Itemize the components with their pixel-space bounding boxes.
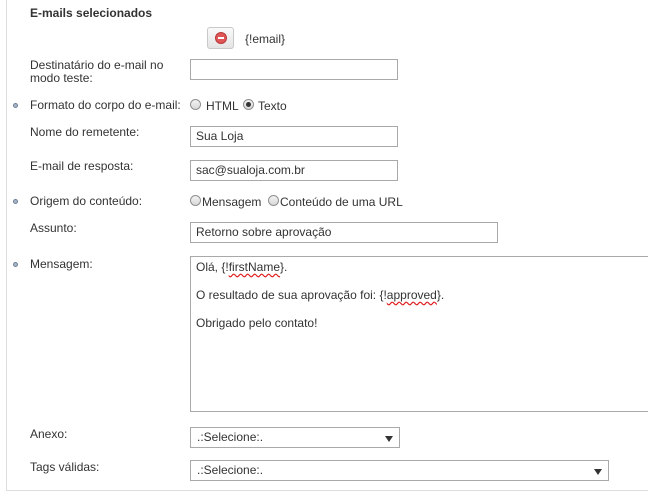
required-bullet-icon (13, 262, 18, 267)
selected-email-value: {!email} (245, 32, 286, 46)
message-line-2: O resultado de sua aprovação foi: {!appr… (196, 288, 445, 302)
message-line-1: Olá, {!firstName}. (196, 260, 288, 274)
message-textarea[interactable]: Olá, {!firstName}. O resultado de sua ap… (190, 256, 648, 412)
test-recipient-label-line2: modo teste: (30, 71, 93, 85)
subject-input[interactable]: Retorno sobre aprovação (190, 222, 498, 243)
minus-circle-icon (215, 32, 227, 44)
required-bullet-icon (13, 103, 18, 108)
radio-origin-message-label[interactable]: Mensagem (202, 196, 261, 209)
content-origin-label: Origem do conteúdo: (30, 194, 143, 208)
radio-origin-message[interactable] (190, 195, 201, 206)
sender-name-label: Nome do remetente: (30, 125, 140, 139)
test-recipient-input[interactable] (190, 59, 398, 80)
dropdown-arrow-icon (385, 436, 393, 442)
radio-format-html[interactable] (190, 99, 201, 110)
dropdown-arrow-icon (594, 469, 602, 475)
reply-email-label: E-mail de resposta: (30, 159, 134, 173)
required-bullet-icon (13, 199, 18, 204)
radio-format-text[interactable] (243, 99, 254, 110)
attachment-select-value: .:Selecione:. (197, 430, 264, 444)
radio-format-html-label[interactable]: HTML (206, 100, 239, 113)
remove-email-button[interactable] (207, 27, 234, 49)
attachment-label: Anexo: (30, 427, 68, 441)
subject-label: Assunto: (30, 221, 77, 235)
radio-origin-url-label[interactable]: Conteúdo de uma URL (280, 196, 403, 209)
radio-origin-url[interactable] (268, 195, 279, 206)
body-format-label: Formato do corpo do e-mail: (30, 98, 181, 112)
message-line-3: Obrigado pelo contato! (196, 316, 318, 330)
attachment-select[interactable]: .:Selecione:. (190, 427, 400, 448)
sender-name-input[interactable]: Sua Loja (190, 126, 398, 147)
valid-tags-label: Tags válidas: (30, 460, 100, 474)
valid-tags-select[interactable]: .:Selecione:. (190, 460, 609, 481)
reply-email-input[interactable]: sac@sualoja.com.br (190, 160, 398, 181)
message-label: Mensagem: (30, 257, 93, 271)
section-title: E-mails selecionados (30, 6, 153, 20)
valid-tags-select-value: .:Selecione:. (197, 463, 264, 477)
radio-format-text-label[interactable]: Texto (258, 100, 287, 113)
